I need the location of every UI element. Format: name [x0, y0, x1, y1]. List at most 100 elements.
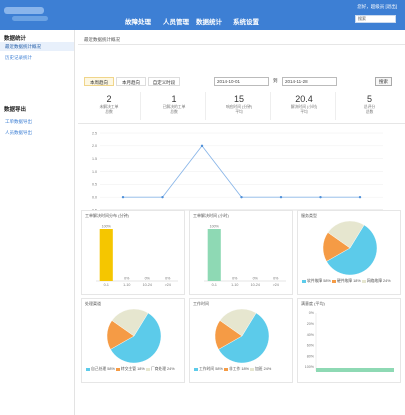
bar-value-label: 100% [102, 225, 112, 229]
bar [207, 229, 221, 281]
legend-item: 软件故障 58% [302, 279, 331, 283]
logout-link[interactable]: [退出] [385, 4, 397, 9]
x-tick-label: 1-10 [123, 283, 130, 287]
bar-chart-satisfaction: 0% 20% 40% 60% 80% 100% [305, 311, 394, 372]
x-tick-label: >24 [165, 283, 171, 287]
legend-item: 厂商处理 24% [145, 367, 175, 371]
x-tick-label: 0-1 [212, 283, 217, 287]
y-tick-label: 100% [305, 365, 315, 369]
y-tick-label: 1.0 [92, 170, 97, 174]
stat-unresolved: 2 未解决工单 总数 [78, 92, 141, 120]
legend: 软件故障 58% 硬件故障 18% 网络故障 24% [302, 279, 391, 284]
data-point [319, 195, 322, 199]
legend-item: 加班 24% [250, 367, 271, 371]
nav-system-settings[interactable]: 系统设置 [233, 16, 259, 26]
data-point [161, 195, 164, 199]
sidebar-section-statistics: 数据统计 [4, 36, 27, 42]
y-tick-label: 40% [307, 333, 315, 337]
stat-value: 1 [171, 94, 177, 104]
bar-value-label: 0% [165, 277, 171, 281]
nav-data-statistics[interactable]: 数据统计 [196, 16, 222, 26]
panel-service-type: 服务类型 软件故障 58% 硬件故障 18% 网络故障 24% [297, 210, 401, 295]
y-tick-label: 2.5 [92, 131, 97, 135]
filter-custom-button[interactable]: 自定义时段 [148, 77, 180, 86]
stat-sub: 总数 [365, 110, 374, 114]
legend-item: 网络故障 24% [361, 279, 391, 283]
top-bar: 故障处理 人员管理 数据统计 系统设置 您好，超级员 [退出] 搜索 [0, 0, 405, 30]
logo [4, 4, 58, 24]
bar-value-label: 100% [210, 225, 220, 229]
panel-satisfaction: 满意度 (平均) 0% 20% 40% 60% 80% 100% [297, 298, 401, 383]
nav-staff-management[interactable]: 人员管理 [163, 16, 189, 26]
stat-sub: 总数 [105, 110, 113, 114]
x-tick-label: 0-1 [104, 283, 109, 287]
user-greeting: 您好，超级员 [357, 4, 385, 9]
y-tick-label: 20% [307, 322, 315, 326]
y-tick-label: 1.5 [92, 157, 97, 161]
start-date-input[interactable]: 2014-10-01 [214, 77, 269, 86]
main-content: 最近数据统计概况 本周趋向 本月趋向 自定义时段 2014-10-01 到 20… [78, 30, 405, 415]
bar-chart-minutes: 100% 0-1 0% 1-10 0% 10-24 0% >24 [96, 225, 178, 287]
nav-fault-handling[interactable]: 故障处理 [125, 16, 151, 26]
y-tick-label: 0.0 [92, 195, 97, 199]
pie-chart-channel [106, 308, 162, 364]
x-tick-label: 10-24 [251, 283, 260, 287]
y-tick-label: 60% [307, 344, 315, 348]
bar-chart-hours: 100% 0-1 0% 1-10 0% 10-24 0% >24 [204, 225, 286, 287]
bar [316, 368, 394, 372]
panel-resolve-time-hours: 工单解决时间 (小时) 100% 0-1 0% 1-10 0% 10-24 0% >24 [189, 210, 293, 295]
bar [99, 229, 113, 281]
panel-resolve-time-minutes: 工单解决时间分布 (分钟) 100% 0-1 0% 1-10 0% 10-24 0% >24 [81, 210, 185, 295]
user-info: 您好，超级员 [退出] [357, 4, 397, 10]
y-tick-label: 0% [309, 311, 315, 315]
filter-this-week-button[interactable]: 本周趋向 [84, 77, 114, 86]
sidebar: 数据统计 最近数据统计概况 历史记录统计 数据导出 工单数据导出 人员数据导出 [0, 30, 75, 415]
data-point [279, 195, 283, 199]
date-range-separator: 到 [273, 78, 278, 83]
legend: 自己处理 58% 转交主管 18% 厂商处理 24% [86, 367, 175, 372]
stat-sub: 总数 [170, 110, 178, 114]
y-tick-label: 2.0 [92, 144, 97, 148]
bar-value-label: 0% [273, 277, 279, 281]
data-point [200, 144, 204, 148]
stat-response-time: 15 响应时间 (分钟) 平均 [208, 92, 271, 120]
sidebar-item-export-tickets[interactable]: 工单数据导出 [0, 117, 74, 126]
stat-rating: 5 总评分 总数 [338, 92, 401, 120]
x-tick-label: 1-10 [231, 283, 238, 287]
sidebar-section-export: 数据导出 [4, 107, 27, 113]
legend-item: 自己处理 58% [86, 367, 115, 371]
legend: 工作时间 58% 非工作 18% 加班 24% [194, 367, 271, 372]
divider [78, 123, 405, 124]
panel-work-time: 工作时间 工作时间 58% 非工作 18% 加班 24% [189, 298, 293, 383]
divider [78, 44, 405, 45]
legend-item: 非工作 18% [223, 367, 249, 371]
y-tick-label: 0.5 [92, 183, 97, 187]
pie-chart-work-time [214, 308, 270, 364]
stat-sub: 平均 [235, 110, 243, 114]
end-date-input[interactable]: 2014-11-28 [282, 77, 337, 86]
breadcrumb: 最近数据统计概况 [84, 37, 120, 42]
stat-resolved: 1 已解决的工单 总数 [143, 92, 206, 120]
panel-channel: 处理渠道 自己处理 58% 转交主管 18% 厂商处理 24% [81, 298, 185, 383]
bar-value-label: 0% [145, 277, 151, 281]
stat-resolve-time: 20.4 解决时间 (小时) 平均 [273, 92, 336, 120]
x-tick-label: >24 [273, 283, 279, 287]
stat-value: 5 [366, 94, 372, 104]
legend-item: 硬件故障 18% [331, 279, 361, 283]
data-point [121, 195, 125, 199]
bar-value-label: 0% [232, 277, 238, 281]
pie-chart-service-type [322, 220, 378, 276]
legend-item: 转交主管 18% [115, 367, 145, 371]
bar-value-label: 0% [253, 277, 259, 281]
sidebar-item-recent-stats[interactable]: 最近数据统计概况 [0, 42, 74, 51]
sidebar-item-export-staff[interactable]: 人员数据导出 [0, 128, 74, 137]
sidebar-item-history-stats[interactable]: 历史记录统计 [0, 53, 74, 62]
filter-this-month-button[interactable]: 本月趋向 [116, 77, 146, 86]
stat-value: 2 [106, 94, 112, 104]
bar-value-label: 0% [124, 277, 130, 281]
stat-sub: 平均 [300, 110, 308, 114]
query-button[interactable]: 搜索 [375, 77, 392, 86]
stat-value: 20.4 [295, 94, 313, 104]
y-tick-label: 80% [307, 354, 315, 358]
search-input[interactable]: 搜索 [355, 15, 396, 23]
